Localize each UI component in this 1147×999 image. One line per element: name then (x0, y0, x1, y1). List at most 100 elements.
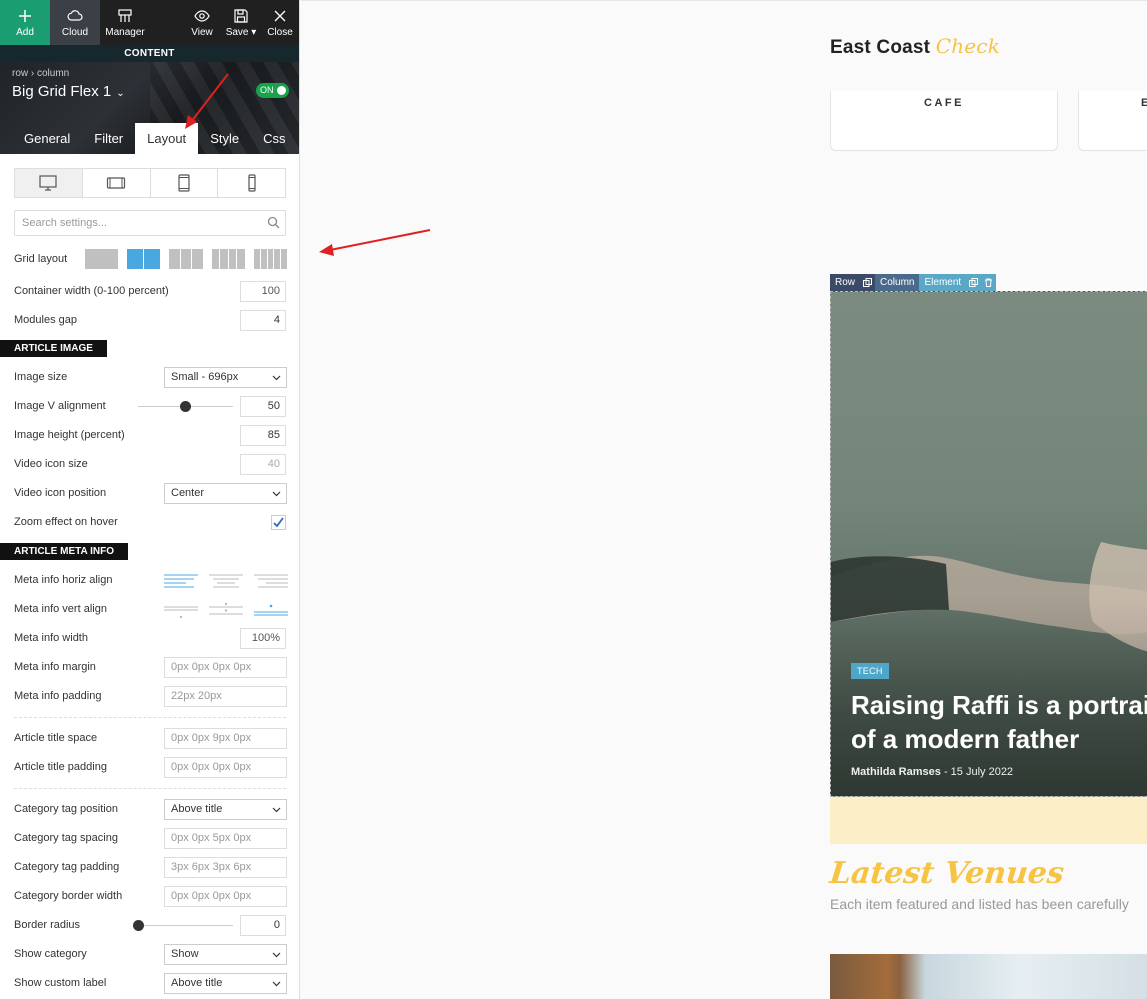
show-custom-label-select[interactable]: Above title (164, 973, 287, 994)
tab-css[interactable]: Css (251, 123, 297, 154)
save-button[interactable]: Save ▾ (221, 0, 261, 45)
module-header: row › column Big Grid Flex 1 ⌄ ON General… (0, 62, 299, 154)
article-title[interactable]: Raising Raffi is a portrait of a modern … (851, 688, 1147, 756)
featured-article[interactable]: TECH Raising Raffi is a portrait of a mo… (830, 291, 1147, 797)
close-button[interactable]: Close (261, 0, 299, 45)
search-settings-input[interactable]: Search settings... (14, 210, 286, 236)
cat-spacing-input[interactable]: 0px 0px 5px 0px (164, 828, 287, 849)
video-icon-position-label: Video icon position (14, 487, 107, 499)
edit-column-button[interactable]: Column (875, 274, 920, 291)
align-top-icon[interactable] (164, 601, 198, 619)
meta-margin-input[interactable]: 0px 0px 0px 0px (164, 657, 287, 678)
modules-gap-input[interactable]: 4 (240, 310, 286, 331)
zoom-effect-label: Zoom effect on hover (14, 516, 118, 528)
article-author[interactable]: Mathilda Ramses (851, 766, 941, 778)
meta-width-input[interactable]: 100% (240, 628, 286, 649)
title-padding-input[interactable]: 0px 0px 0px 0px (164, 757, 287, 778)
border-radius-slider[interactable] (132, 920, 233, 931)
tab-general[interactable]: General (12, 123, 82, 154)
tab-filter[interactable]: Filter (82, 123, 135, 154)
device-desktop-button[interactable] (15, 169, 83, 197)
element-duplicate-button[interactable] (966, 274, 982, 291)
venue-image[interactable] (830, 954, 1147, 999)
section-band (830, 797, 1147, 844)
device-tablet-portrait-button[interactable] (151, 169, 219, 197)
close-label: Close (267, 26, 293, 38)
video-icon-size-input[interactable]: 40 (240, 454, 286, 475)
element-delete-button[interactable] (981, 274, 997, 291)
align-center-icon[interactable] (209, 572, 243, 590)
tab-layout[interactable]: Layout (135, 123, 199, 154)
cat-spacing-row: Category tag spacing 0px 0px 5px 0px (14, 828, 287, 850)
image-v-align-label: Image V alignment (14, 400, 106, 412)
slider-handle[interactable] (180, 401, 191, 412)
device-phone-button[interactable] (218, 169, 285, 197)
top-toolbar: Add Cloud Manager View Save ▾ Close (0, 0, 299, 45)
show-category-select[interactable]: Show (164, 944, 287, 965)
category-card-en[interactable]: EN (1078, 91, 1147, 151)
add-button[interactable]: Add (0, 0, 50, 45)
module-title-text: Big Grid Flex 1 (12, 83, 112, 100)
meta-margin-label: Meta info margin (14, 661, 96, 673)
cloud-button[interactable]: Cloud (50, 0, 100, 45)
site-brand[interactable]: East Coast Check (830, 34, 1000, 59)
align-bottom-icon[interactable] (254, 601, 288, 619)
eye-icon (194, 9, 210, 22)
slider-handle[interactable] (132, 920, 144, 931)
cat-position-select[interactable]: Above title (164, 799, 287, 820)
grid-layout-4[interactable] (211, 249, 245, 269)
edit-element-button[interactable]: Element (919, 274, 967, 291)
meta-padding-input[interactable]: 22px 20px (164, 686, 287, 707)
image-height-label: Image height (percent) (14, 429, 125, 441)
show-category-label: Show category (14, 948, 87, 960)
cat-border-input[interactable]: 0px 0px 0px 0px (164, 886, 287, 907)
video-icon-position-select[interactable]: Center (164, 483, 287, 504)
align-right-icon[interactable] (254, 572, 288, 590)
manager-label: Manager (105, 26, 145, 38)
grid-layout-1[interactable] (85, 249, 119, 269)
grid-layout-2[interactable] (127, 249, 161, 269)
image-v-align-slider[interactable] (138, 401, 233, 412)
image-height-row: Image height (percent) 85 (14, 425, 286, 447)
title-space-input[interactable]: 0px 0px 9px 0px (164, 728, 287, 749)
content-bar: CONTENT (0, 45, 299, 62)
container-width-input[interactable]: 100 (240, 281, 286, 302)
cat-spacing-label: Category tag spacing (14, 832, 118, 844)
meta-vert-align-options (164, 601, 288, 619)
cat-position-row: Category tag position Above title (14, 799, 287, 821)
module-toggle[interactable]: ON (256, 83, 289, 98)
chevron-down-icon (272, 981, 281, 987)
border-radius-input[interactable]: 0 (240, 915, 286, 936)
category-tag[interactable]: TECH (851, 663, 889, 679)
section-article-image: ARTICLE IMAGE (0, 340, 107, 357)
grid-layout-row: Grid layout (14, 249, 288, 271)
device-tablet-landscape-button[interactable] (83, 169, 151, 197)
breadcrumb[interactable]: row › column (12, 68, 69, 79)
cat-padding-input[interactable]: 3px 6px 3px 6px (164, 857, 287, 878)
grid-layout-5[interactable] (253, 249, 288, 269)
image-height-input[interactable]: 85 (240, 425, 286, 446)
zoom-effect-checkbox[interactable] (271, 515, 286, 530)
meta-vert-align-label: Meta info vert align (14, 603, 107, 615)
module-title[interactable]: Big Grid Flex 1 ⌄ (12, 83, 125, 100)
align-middle-icon[interactable] (209, 601, 243, 619)
border-radius-label: Border radius (14, 919, 81, 931)
meta-horiz-align-row: Meta info horiz align (14, 570, 288, 592)
divider (14, 788, 286, 789)
manager-button[interactable]: Manager (100, 0, 150, 45)
grid-layout-3[interactable] (169, 249, 203, 269)
manager-icon (118, 8, 132, 22)
category-card-cafe[interactable]: CAFE (830, 91, 1058, 151)
divider (14, 717, 286, 718)
add-label: Add (16, 26, 34, 38)
image-v-align-input[interactable]: 50 (240, 396, 286, 417)
tab-style[interactable]: Style (198, 123, 251, 154)
image-size-select[interactable]: Small - 696px (164, 367, 287, 388)
row-duplicate-button[interactable] (860, 274, 876, 291)
latest-venues-heading: Latest Venues (828, 856, 1066, 891)
edit-row-button[interactable]: Row (830, 274, 861, 291)
category-card-label: CAFE (924, 97, 964, 109)
title-padding-row: Article title padding 0px 0px 0px 0px (14, 757, 287, 779)
view-button[interactable]: View (183, 0, 221, 45)
align-left-icon[interactable] (164, 572, 198, 590)
